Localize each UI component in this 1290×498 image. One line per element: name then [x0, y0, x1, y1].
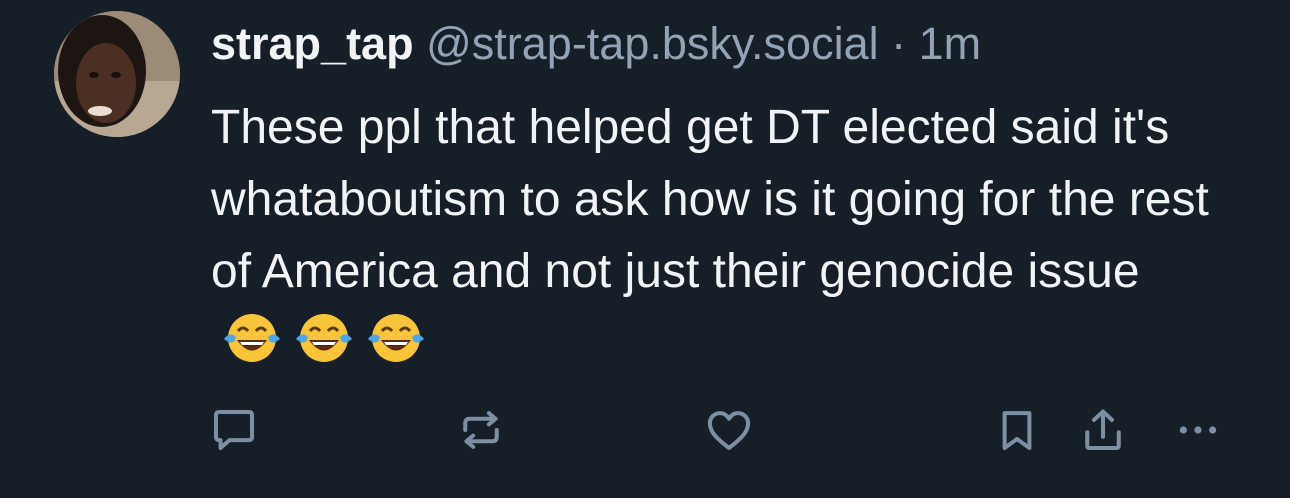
- tears-of-joy-emoji-icon: [224, 314, 280, 362]
- like-button[interactable]: [699, 400, 759, 460]
- post-actions: [0, 400, 1290, 460]
- author-handle[interactable]: @strap-tap.bsky.social: [426, 18, 879, 69]
- emoji-group: [221, 309, 437, 367]
- tears-of-joy-emoji-icon: [296, 314, 352, 362]
- bookmark-icon: [1002, 411, 1032, 451]
- share-icon: [1085, 409, 1121, 451]
- repost-icon: [463, 411, 499, 449]
- separator-dot: ·: [891, 18, 907, 69]
- reply-icon: [213, 409, 255, 451]
- post-text: These ppl that helped get DT elected sai…: [211, 101, 1209, 298]
- post-timestamp[interactable]: 1m: [919, 18, 982, 69]
- repost-button[interactable]: [451, 400, 511, 460]
- post-header: strap_tap @strap-tap.bsky.social · 1m: [211, 14, 981, 74]
- more-options-button[interactable]: [1168, 400, 1228, 460]
- display-name[interactable]: strap_tap: [211, 18, 414, 69]
- bookmark-button[interactable]: [987, 400, 1047, 460]
- more-icon: [1179, 426, 1217, 434]
- share-button[interactable]: [1073, 400, 1133, 460]
- post-body: These ppl that helped get DT elected sai…: [211, 92, 1251, 380]
- heart-icon: [707, 411, 751, 451]
- tears-of-joy-emoji-icon: [368, 314, 424, 362]
- post: strap_tap @strap-tap.bsky.social · 1m Th…: [0, 0, 1290, 498]
- reply-button[interactable]: [204, 400, 264, 460]
- avatar[interactable]: [54, 11, 180, 137]
- avatar-photo: [54, 11, 180, 137]
